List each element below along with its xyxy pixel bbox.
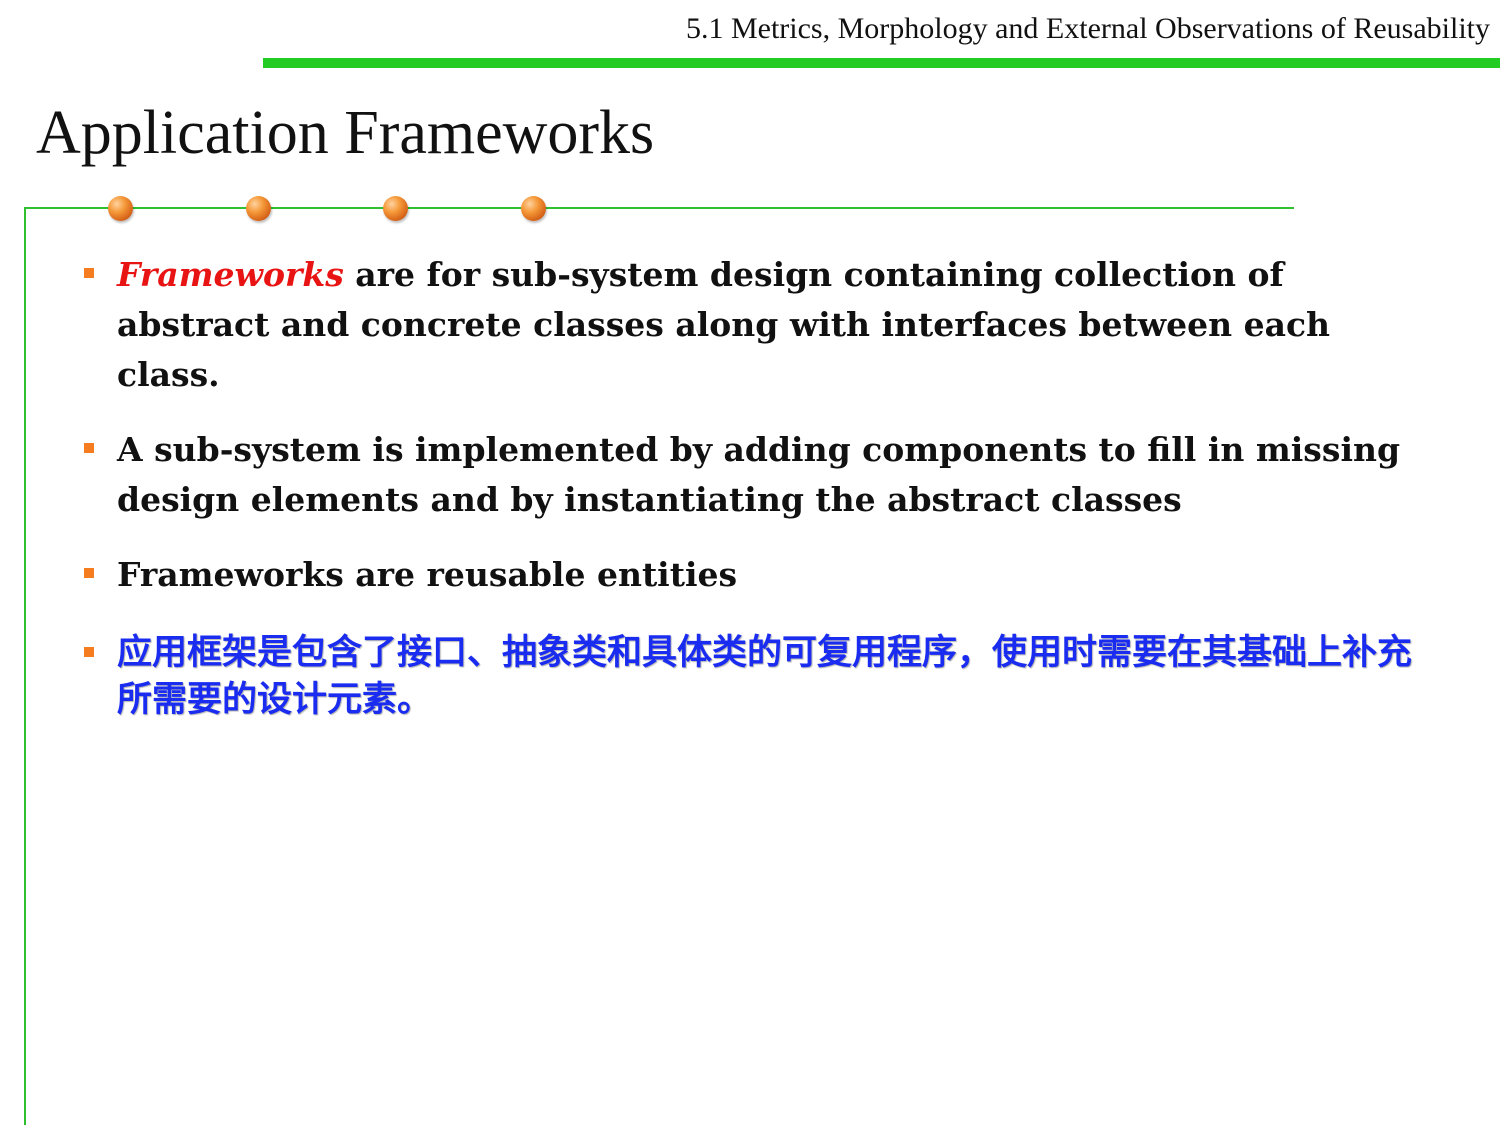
decor-ball xyxy=(521,196,546,221)
square-bullet-icon xyxy=(84,268,94,278)
emphasized-term: Frameworks xyxy=(117,255,344,294)
bullet-item: Frameworks are reusable entities xyxy=(82,550,1412,600)
bullet-list: Frameworks are for sub-system design con… xyxy=(82,250,1412,724)
square-bullet-icon xyxy=(84,568,94,578)
bullet-text: Frameworks are reusable entities xyxy=(117,555,738,594)
left-frame-line xyxy=(24,207,26,1125)
section-header: 5.1 Metrics, Morphology and External Obs… xyxy=(685,12,1490,45)
bullet-text: A sub-system is implemented by adding co… xyxy=(117,430,1401,519)
bullet-item-chinese: 应用框架是包含了接口、抽象类和具体类的可复用程序，使用时需要在其基础上补充所需要… xyxy=(82,630,1417,724)
bullet-text-chinese: 应用框架是包含了接口、抽象类和具体类的可复用程序，使用时需要在其基础上补充所需要… xyxy=(117,633,1413,720)
header-rule xyxy=(263,58,1500,68)
slide-title: Application Frameworks xyxy=(36,99,655,167)
title-underline xyxy=(24,207,1294,209)
square-bullet-icon xyxy=(84,647,94,657)
decor-ball xyxy=(383,196,408,221)
bullet-item: A sub-system is implemented by adding co… xyxy=(82,425,1412,525)
decor-ball xyxy=(246,196,271,221)
bullet-item: Frameworks are for sub-system design con… xyxy=(82,250,1412,400)
decor-ball xyxy=(108,196,133,221)
square-bullet-icon xyxy=(84,443,94,453)
